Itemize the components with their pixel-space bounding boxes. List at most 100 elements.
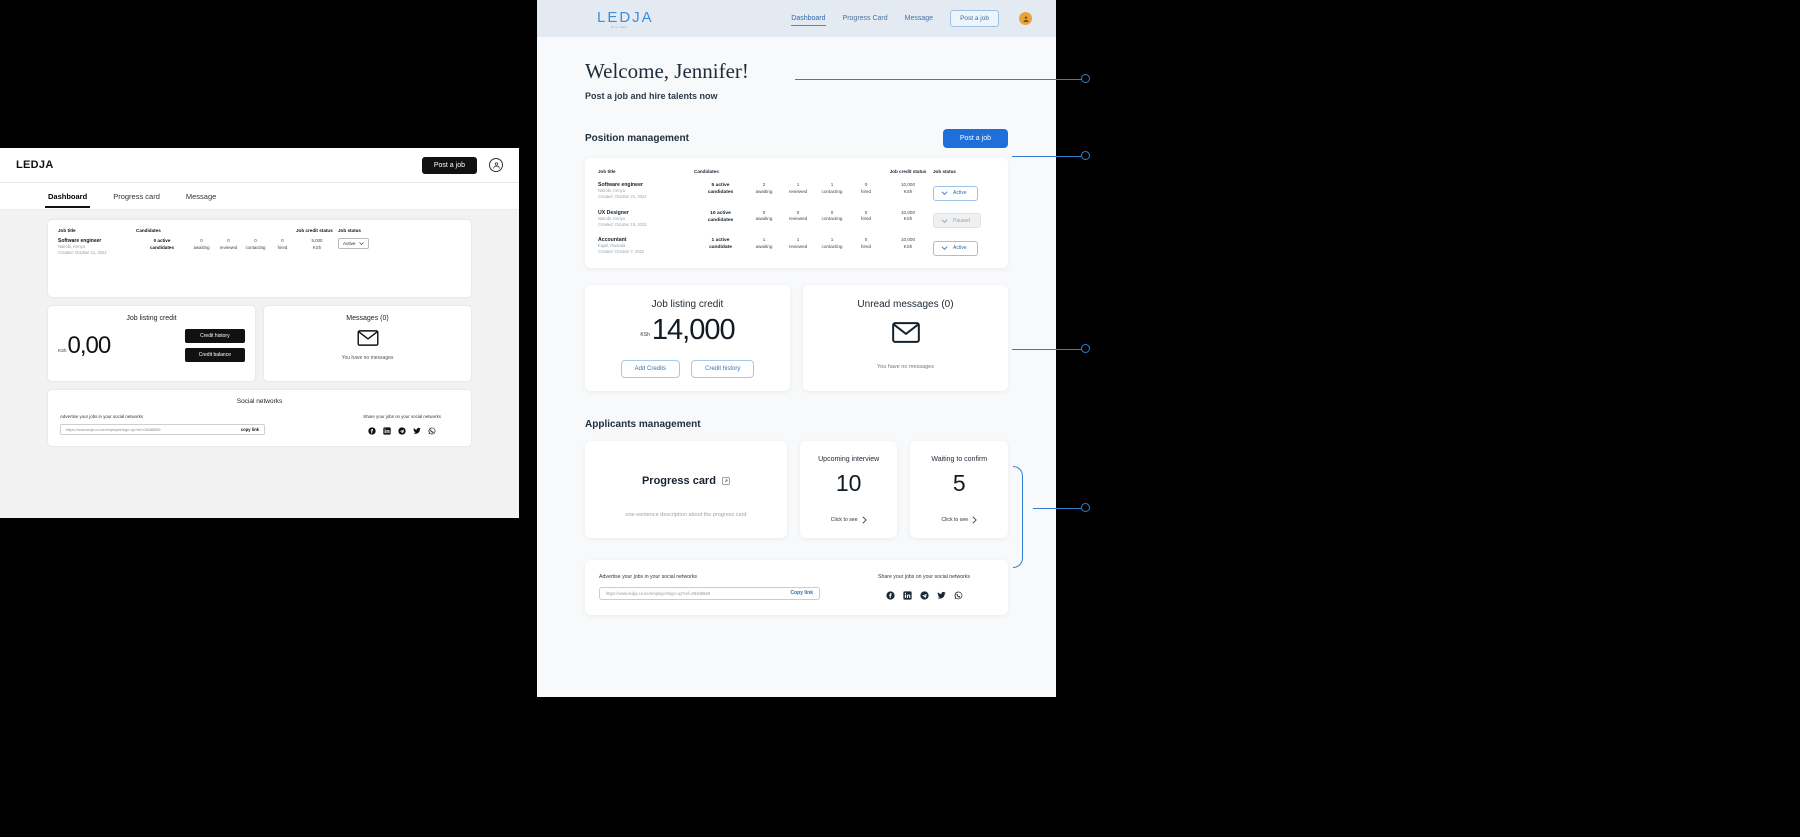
messages-card-title: Unread messages (0) xyxy=(857,298,954,310)
th-candidates: Candidates xyxy=(694,169,719,174)
row-status-cell: Active xyxy=(933,182,995,201)
table-row[interactable]: UX Designer Nairobi, Kenya Created: Octo… xyxy=(598,210,995,228)
credit-value: 10,000 xyxy=(900,237,916,242)
table-row[interactable]: Accountant Kigali, Rwanda Created: Octob… xyxy=(598,237,995,256)
callout-dot[interactable] xyxy=(1081,344,1090,353)
nav-message[interactable]: Message xyxy=(905,15,933,22)
upcoming-interview-title: Upcoming interview xyxy=(818,455,880,463)
big-logo[interactable]: LEDJA Hire Fast xyxy=(597,9,654,29)
upcoming-interview-card[interactable]: Upcoming interview 10 Click to see xyxy=(799,440,898,538)
linkedin-icon[interactable] xyxy=(383,427,391,435)
progress-card[interactable]: Progress card one-sentence description a… xyxy=(585,440,787,538)
row-credit: 10,000 KSh xyxy=(883,182,933,195)
credit-card-buttons: Add Credits Credit history xyxy=(597,359,778,378)
add-credits-button[interactable]: Add Credits xyxy=(620,359,680,378)
hired-value: 0 xyxy=(864,182,868,187)
telegram-icon[interactable] xyxy=(398,427,406,435)
small-row-awaiting: 0 awaiting xyxy=(188,238,215,256)
small-credit-history-button[interactable]: Credit history xyxy=(184,329,245,343)
th-job-title: Job title xyxy=(598,169,616,174)
small-tab-message[interactable]: Message xyxy=(186,192,216,201)
small-advertise-label: Advertise your jobs in your social netwo… xyxy=(60,414,143,419)
small-status-select[interactable]: Active xyxy=(338,238,369,249)
waiting-to-confirm-link[interactable]: Click to see xyxy=(910,515,1008,524)
status-badge[interactable]: Active xyxy=(933,185,978,201)
reviewed-value: 1 xyxy=(796,182,800,187)
row-credit: 10,000 KSh xyxy=(883,237,933,250)
referral-url: https://www.ledja.co.ke/employer/sign-up… xyxy=(606,590,711,596)
row-active-word: candidates xyxy=(707,190,734,196)
small-referral-link-input[interactable]: https://www.ledja.co.ke/employer/sign-up… xyxy=(60,424,265,435)
avatar[interactable] xyxy=(1019,12,1032,25)
share-label: Share your jobs on your social networks xyxy=(878,573,970,580)
small-row-status-cell: Active xyxy=(338,238,378,256)
facebook-icon[interactable] xyxy=(368,427,376,435)
whatsapp-icon[interactable] xyxy=(954,591,963,600)
callout-dot[interactable] xyxy=(1081,151,1090,160)
status-label: Paused xyxy=(953,217,970,224)
progress-card-description: one-sentence description about the progr… xyxy=(625,511,747,518)
small-avatar-icon[interactable] xyxy=(489,158,503,172)
post-a-job-button[interactable]: Post a job xyxy=(942,129,1008,148)
row-credit: 10,000 KSh xyxy=(883,210,933,223)
row-created: Created: October 21, 2022 xyxy=(598,194,647,200)
small-tab-dashboard[interactable]: Dashboard xyxy=(44,192,91,208)
credit-currency: KSh xyxy=(640,331,650,338)
twitter-icon[interactable] xyxy=(936,591,946,600)
hired-value: 0 xyxy=(864,237,868,242)
row-contacting: 0 contacting xyxy=(815,210,849,223)
small-social-icons xyxy=(363,427,441,435)
hired-label: hired xyxy=(860,188,872,194)
referral-link-input[interactable]: https://www.ledja.co.ke/employer/sign-up… xyxy=(599,586,820,600)
big-logo-text: LEDJA xyxy=(597,8,654,26)
facebook-icon[interactable] xyxy=(885,590,895,600)
small-tab-progress-card[interactable]: Progress card xyxy=(113,192,160,201)
small-table-row[interactable]: Software engineer Nairobi, Kenya Created… xyxy=(58,238,461,256)
row-hired: 0 hired xyxy=(849,182,883,195)
envelope-icon xyxy=(357,330,378,346)
row-active-count: 5 active xyxy=(711,183,730,188)
nav-dashboard[interactable]: Dashboard xyxy=(791,15,826,26)
small-hired-label: hired xyxy=(277,244,288,250)
table-row[interactable]: Software engineer Nairobi, Kenya Created… xyxy=(598,182,995,201)
summary-cards-row: Job listing credit KSh 14,000 Add Credit… xyxy=(585,284,1008,391)
row-reviewed: 1 reviewed xyxy=(781,182,815,195)
waiting-to-confirm-card[interactable]: Waiting to confirm 5 Click to see xyxy=(910,440,1008,538)
callout-line xyxy=(1012,349,1082,350)
small-row-created: Created: October 21, 2022 xyxy=(58,249,107,255)
applicants-cards-row: Progress card one-sentence description a… xyxy=(585,440,1008,538)
small-post-a-job-button[interactable]: Post a job xyxy=(421,156,477,174)
small-awaiting-label: awaiting xyxy=(193,244,210,250)
callout-dot[interactable] xyxy=(1081,503,1090,512)
callout-brace xyxy=(1013,466,1023,568)
small-social-cols: Advertise your jobs in your social netwo… xyxy=(60,414,459,435)
callout-dot[interactable] xyxy=(1081,74,1090,83)
linkedin-icon[interactable] xyxy=(902,590,912,600)
whatsapp-icon[interactable] xyxy=(428,427,436,435)
progress-card-title-row: Progress card xyxy=(585,475,787,487)
small-awaiting-value: 0 xyxy=(200,238,203,243)
row-active-count: 10 active xyxy=(710,210,731,216)
upcoming-interview-link[interactable]: Click to see xyxy=(800,515,898,524)
small-copy-link-button[interactable]: copy link xyxy=(241,427,259,432)
nav-progress-card[interactable]: Progress Card xyxy=(843,15,888,22)
big-logo-tagline: Hire Fast xyxy=(611,24,628,29)
small-position-table: Job title Candidates Job credit status J… xyxy=(48,220,471,297)
envelope-icon xyxy=(891,321,920,343)
external-link-icon[interactable] xyxy=(722,476,730,485)
header-post-a-job-button[interactable]: Post a job xyxy=(950,10,999,27)
status-badge[interactable]: Paused xyxy=(933,213,981,228)
small-hired-value: 0 xyxy=(281,238,284,243)
contacting-value: 1 xyxy=(830,237,834,242)
status-badge[interactable]: Active xyxy=(933,240,978,256)
copy-link-button[interactable]: Copy link xyxy=(790,590,813,596)
twitter-icon[interactable] xyxy=(413,427,421,435)
small-th-job-status: Job status xyxy=(338,228,361,233)
row-active-candidates: 5 active candidates xyxy=(694,182,747,196)
th-job-credit-status: Job credit status xyxy=(889,169,927,174)
telegram-icon[interactable] xyxy=(919,590,929,600)
credit-history-button[interactable]: Credit history xyxy=(691,359,755,378)
contacting-label: contacting xyxy=(821,216,843,222)
small-credit-balance-button[interactable]: Credit balance xyxy=(184,348,245,362)
reviewed-value: 1 xyxy=(796,237,800,242)
